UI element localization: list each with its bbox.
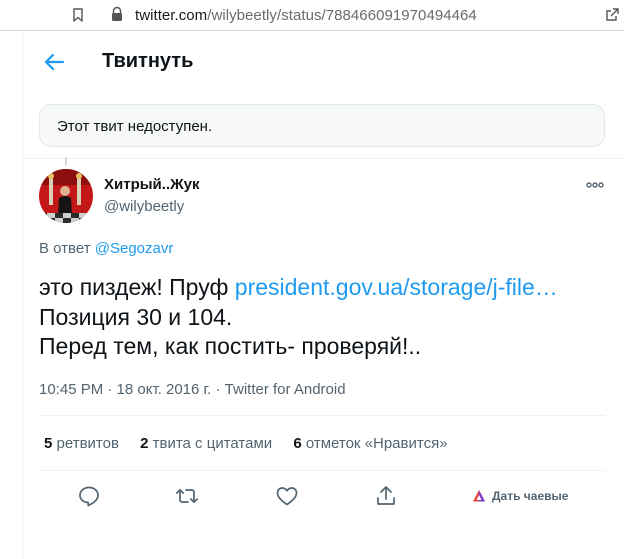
avatar[interactable] [39, 169, 93, 223]
tweet-timestamp-source[interactable]: 10:45 PM · 18 окт. 2016 г. · Twitter for… [39, 381, 346, 398]
reply-context: В ответ @Segozavr [39, 240, 173, 257]
quotes-stat[interactable]: 2 твита с цитатами [140, 435, 272, 452]
thread-connector-line [65, 157, 67, 165]
quotes-count: 2 [140, 435, 149, 452]
likes-stat[interactable]: 6 отметок «Нравится» [293, 435, 447, 452]
author-handle[interactable]: @wilybeetly [104, 198, 184, 215]
back-arrow-icon[interactable] [43, 51, 65, 73]
main-column: Твитнуть Этот твит недоступен. Хитрый..Ж… [22, 32, 624, 559]
page-header: Твитнуть [23, 32, 624, 90]
tweet-text-line-3: Перед тем, как постить- проверяй!.. [39, 333, 422, 359]
reply-mention-link[interactable]: @Segozavr [95, 240, 174, 257]
retweets-count: 5 [44, 435, 53, 452]
tweet-text-line-1: это пиздеж! Пруф president.gov.ua/storag… [39, 273, 609, 303]
reply-prefix: В ответ [39, 240, 91, 257]
more-options-icon[interactable] [585, 175, 605, 195]
divider [39, 470, 605, 471]
avatar-image [39, 169, 93, 223]
url-text[interactable]: twitter.com/wilybeetly/status/7884660919… [135, 7, 477, 24]
divider [23, 158, 624, 159]
quotes-label: твита с цитатами [152, 435, 273, 452]
heart-icon[interactable] [275, 484, 299, 508]
likes-count: 6 [293, 435, 302, 452]
page-title: Твитнуть [102, 50, 194, 72]
bookmark-icon[interactable] [70, 7, 86, 23]
browser-address-bar: twitter.com/wilybeetly/status/7884660919… [0, 0, 624, 31]
retweets-label: ретвитов [56, 435, 119, 452]
tweet-text-line-2: Позиция 30 и 104. [39, 303, 233, 330]
tip-jar-icon [473, 490, 485, 502]
tip-label: Дать чаевые [492, 489, 569, 503]
reply-icon[interactable] [77, 484, 101, 508]
tweet-link[interactable]: president.gov.ua/storage/j-file… [235, 274, 558, 300]
unavailable-text: Этот твит недоступен. [57, 118, 213, 135]
likes-label: отметок «Нравится» [305, 435, 448, 452]
retweets-stat[interactable]: 5 ретвитов [44, 435, 119, 452]
url-path: /wilybeetly/status/788466091970494464 [207, 7, 477, 24]
lock-icon[interactable] [109, 6, 125, 23]
open-external-icon[interactable] [604, 7, 620, 23]
divider [39, 415, 605, 416]
retweet-icon[interactable] [175, 484, 199, 508]
tweet-text: это пиздеж! Пруф president.gov.ua/storag… [39, 273, 609, 362]
share-icon[interactable] [374, 484, 398, 508]
tweet-unavailable-notice: Этот твит недоступен. [39, 104, 605, 147]
tweet-stats: 5 ретвитов 2 твита с цитатами 6 отметок … [44, 435, 465, 452]
author-display-name[interactable]: Хитрый..Жук [104, 176, 200, 193]
tweet-text-prefix: это пиздеж! Пруф [39, 274, 229, 300]
url-host: twitter.com [135, 7, 208, 24]
